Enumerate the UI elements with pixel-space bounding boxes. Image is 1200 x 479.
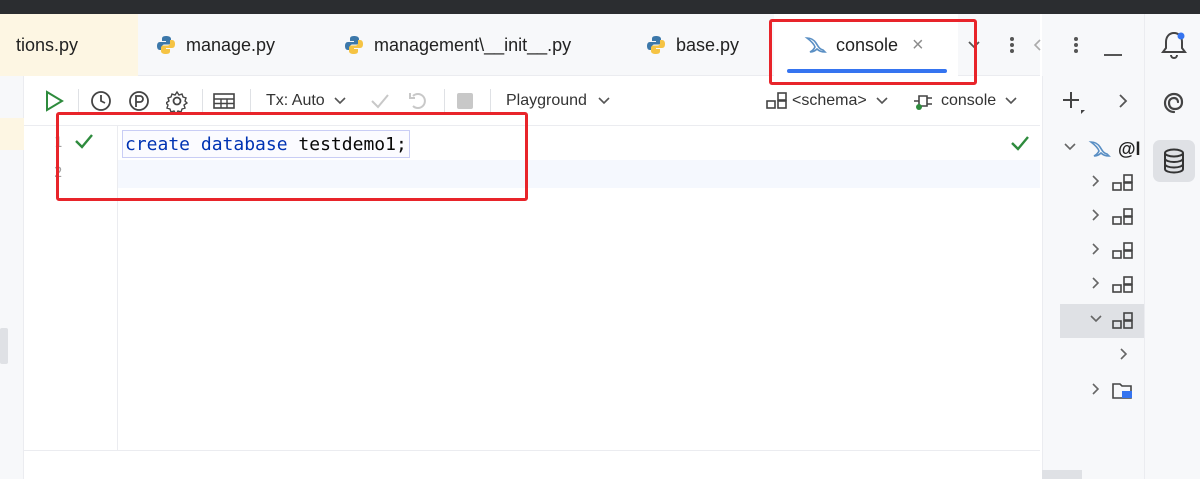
chevron-right-icon[interactable] xyxy=(1086,276,1106,295)
schema-label: <schema> xyxy=(792,92,867,109)
sql-punctuation: ; xyxy=(395,133,407,155)
current-line-highlight xyxy=(118,160,1040,188)
tree-item-folder[interactable] xyxy=(1042,374,1144,408)
line-number: 1 xyxy=(54,135,63,151)
chevron-right-icon[interactable] xyxy=(1086,382,1106,401)
sql-editor[interactable]: 1 2 create database testdemo1 ; xyxy=(24,126,1040,450)
history-clock-icon[interactable] xyxy=(90,76,112,126)
chevron-down-icon[interactable] xyxy=(1060,140,1080,158)
database-panel-header xyxy=(1042,14,1144,76)
console-toolbar: Tx: Auto Playground <schema> console xyxy=(24,76,1040,126)
tree-item-schema[interactable] xyxy=(1042,268,1144,302)
tab-label: tions.py xyxy=(16,34,79,55)
results-table-icon[interactable] xyxy=(212,76,236,126)
python-file-icon xyxy=(647,36,665,54)
line-number: 2 xyxy=(54,165,63,181)
schema-icon xyxy=(1112,208,1133,225)
tab-label: management\__init__.py xyxy=(374,34,572,55)
query-files-folder-icon xyxy=(1112,383,1132,399)
tx-mode-label: Tx: Auto xyxy=(266,92,325,109)
collapse-tabs-icon[interactable] xyxy=(1032,14,1042,76)
tree-item-schema-selected[interactable] xyxy=(1060,304,1144,338)
schema-icon xyxy=(766,92,787,109)
sql-statement-line-1[interactable]: create database testdemo1 ; xyxy=(122,130,410,158)
active-tab-indicator xyxy=(787,69,947,73)
schema-icon xyxy=(1112,276,1133,293)
session-label: console xyxy=(941,92,997,109)
mysql-dolphin-icon xyxy=(804,37,827,53)
tree-root-datasource[interactable]: @l xyxy=(1042,132,1144,166)
playground-label: Playground xyxy=(506,92,587,109)
plug-connection-icon xyxy=(914,95,932,110)
right-tool-window-bar xyxy=(1144,14,1200,479)
tab-label: console xyxy=(836,34,899,55)
execute-run-icon[interactable] xyxy=(44,76,64,126)
session-selector-dropdown[interactable]: console xyxy=(912,76,1018,126)
schema-selector-dropdown[interactable]: <schema> xyxy=(766,76,889,126)
line-number-gutter: 1 2 xyxy=(24,126,118,450)
transaction-mode-dropdown[interactable]: Tx: Auto xyxy=(266,76,347,126)
chevron-down-icon xyxy=(1005,97,1017,105)
playground-mode-dropdown[interactable]: Playground xyxy=(506,76,611,126)
rollback-icon[interactable] xyxy=(408,76,428,126)
chevron-right-icon[interactable] xyxy=(1114,347,1134,366)
inspection-ok-check-icon xyxy=(1010,134,1030,157)
python-file-icon xyxy=(345,36,363,54)
resize-handle[interactable] xyxy=(0,328,8,364)
tree-item-schema[interactable] xyxy=(1042,234,1144,268)
tree-item-schema[interactable] xyxy=(1042,200,1144,234)
schema-icon xyxy=(1112,174,1133,191)
statement-success-check-icon xyxy=(74,132,94,155)
tab-management-init-py[interactable]: management\__init__.py xyxy=(328,14,624,76)
tab-console[interactable]: console × xyxy=(774,14,958,76)
chevron-down-icon xyxy=(598,97,610,105)
datasource-name: @l xyxy=(1118,138,1141,159)
tab-base-py[interactable]: base.py xyxy=(624,14,774,76)
left-gutter-strip xyxy=(0,76,24,479)
stop-icon[interactable] xyxy=(456,76,474,126)
commit-check-icon[interactable] xyxy=(370,76,390,126)
tab-label: manage.py xyxy=(186,34,276,55)
chevron-right-icon[interactable] xyxy=(1086,208,1106,227)
tree-item-schema[interactable] xyxy=(1042,166,1144,200)
settings-gear-icon[interactable] xyxy=(166,76,188,126)
editor-tab-bar: tions.py manage.py management\__init__.p… xyxy=(0,14,1040,76)
chevron-down-icon xyxy=(334,97,346,105)
sql-identifier: testdemo1 xyxy=(298,133,396,155)
explain-plan-icon[interactable] xyxy=(128,76,150,126)
tab-manage-py[interactable]: manage.py xyxy=(138,14,328,76)
schema-icon xyxy=(1112,242,1133,259)
schema-icon xyxy=(1112,312,1133,329)
tab-more-options-icon[interactable] xyxy=(1006,14,1018,76)
tab-label: base.py xyxy=(676,34,740,55)
os-title-bar xyxy=(0,0,1200,14)
tab-list-dropdown-icon[interactable] xyxy=(966,14,982,76)
panel-options-icon[interactable] xyxy=(1070,35,1082,60)
python-file-icon xyxy=(157,36,175,54)
ai-assistant-spiral-icon[interactable] xyxy=(1161,90,1187,121)
chevron-right-icon[interactable] xyxy=(1086,242,1106,261)
minimize-panel-icon[interactable] xyxy=(1104,44,1122,62)
expand-toolbar-chevron-icon[interactable] xyxy=(1117,92,1129,115)
chevron-down-icon xyxy=(876,97,888,105)
sql-keyword: database xyxy=(200,133,288,155)
tree-item-child[interactable] xyxy=(1042,339,1144,373)
chevron-down-icon[interactable] xyxy=(1086,312,1106,330)
database-tool-icon[interactable] xyxy=(1153,140,1195,182)
notifications-bell-icon[interactable] xyxy=(1161,30,1187,65)
horizontal-scrollbar[interactable] xyxy=(1042,470,1082,479)
add-datasource-icon[interactable] xyxy=(1061,90,1087,121)
chevron-right-icon[interactable] xyxy=(1086,174,1106,193)
mysql-dolphin-icon xyxy=(1088,141,1111,157)
sql-keyword: create xyxy=(125,133,191,155)
editor-bottom-area xyxy=(24,450,1040,479)
tab-tions-py[interactable]: tions.py xyxy=(0,14,138,76)
close-tab-icon[interactable]: × xyxy=(912,34,924,57)
